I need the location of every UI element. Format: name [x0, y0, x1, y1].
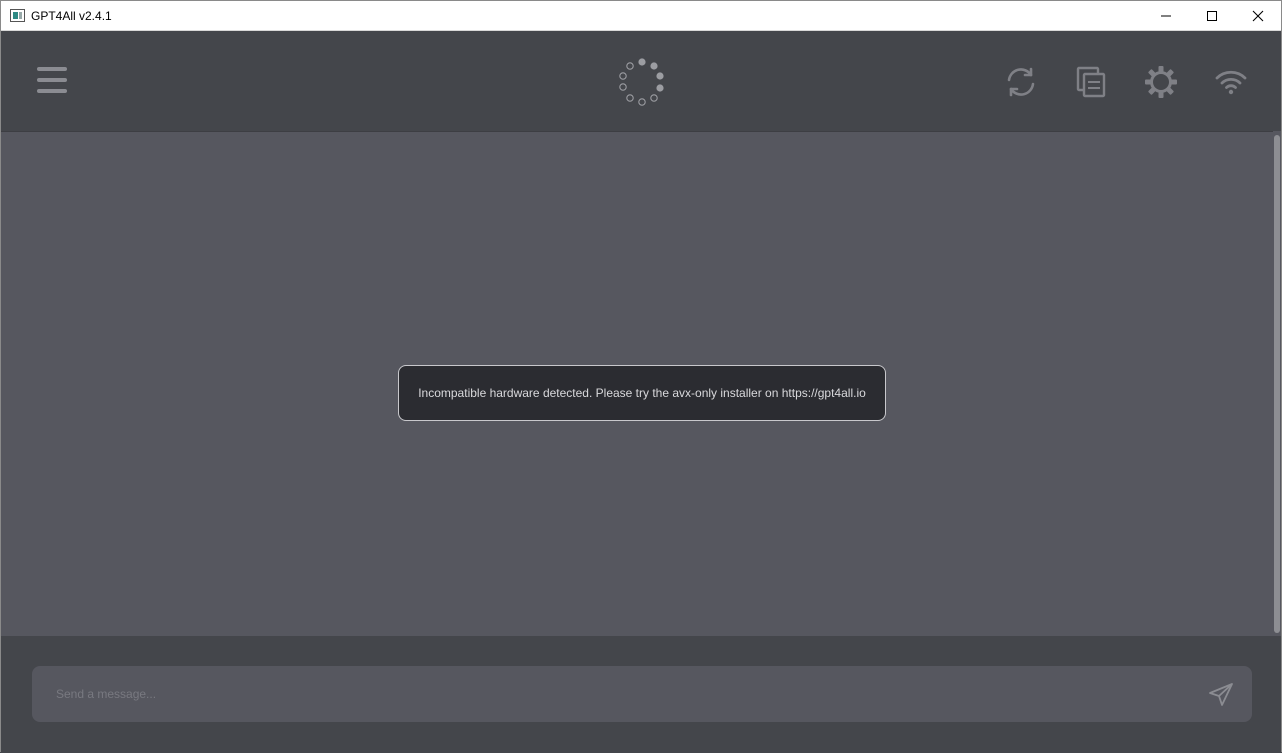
gear-icon[interactable] [1143, 64, 1179, 100]
minimize-button[interactable] [1143, 1, 1189, 31]
wifi-icon[interactable] [1213, 64, 1249, 100]
error-toast: Incompatible hardware detected. Please t… [398, 365, 886, 421]
send-button[interactable] [1206, 680, 1236, 710]
maximize-icon [1207, 11, 1217, 21]
chat-area[interactable]: Incompatible hardware detected. Please t… [1, 131, 1273, 636]
scrollbar-thumb[interactable] [1274, 135, 1280, 633]
hamburger-menu-icon[interactable] [34, 64, 70, 98]
chat-scrollbar[interactable] [1273, 131, 1281, 636]
loading-spinner-icon [619, 58, 664, 106]
app-header [1, 31, 1281, 131]
close-icon [1252, 10, 1264, 22]
minimize-icon [1161, 15, 1171, 17]
message-input-box [32, 666, 1252, 722]
app-icon [10, 9, 25, 22]
close-button[interactable] [1235, 1, 1281, 31]
copy-icon[interactable] [1073, 64, 1109, 100]
maximize-button[interactable] [1189, 1, 1235, 31]
input-footer [1, 636, 1281, 753]
title-bar[interactable]: GPT4All v2.4.1 [1, 1, 1281, 31]
window-title: GPT4All v2.4.1 [31, 9, 112, 23]
message-input[interactable] [46, 666, 1196, 722]
refresh-icon[interactable] [1003, 64, 1039, 100]
error-message: Incompatible hardware detected. Please t… [418, 386, 866, 400]
app-window: GPT4All v2.4.1 Incompatible hardware det… [0, 0, 1282, 753]
send-icon [1209, 683, 1233, 706]
